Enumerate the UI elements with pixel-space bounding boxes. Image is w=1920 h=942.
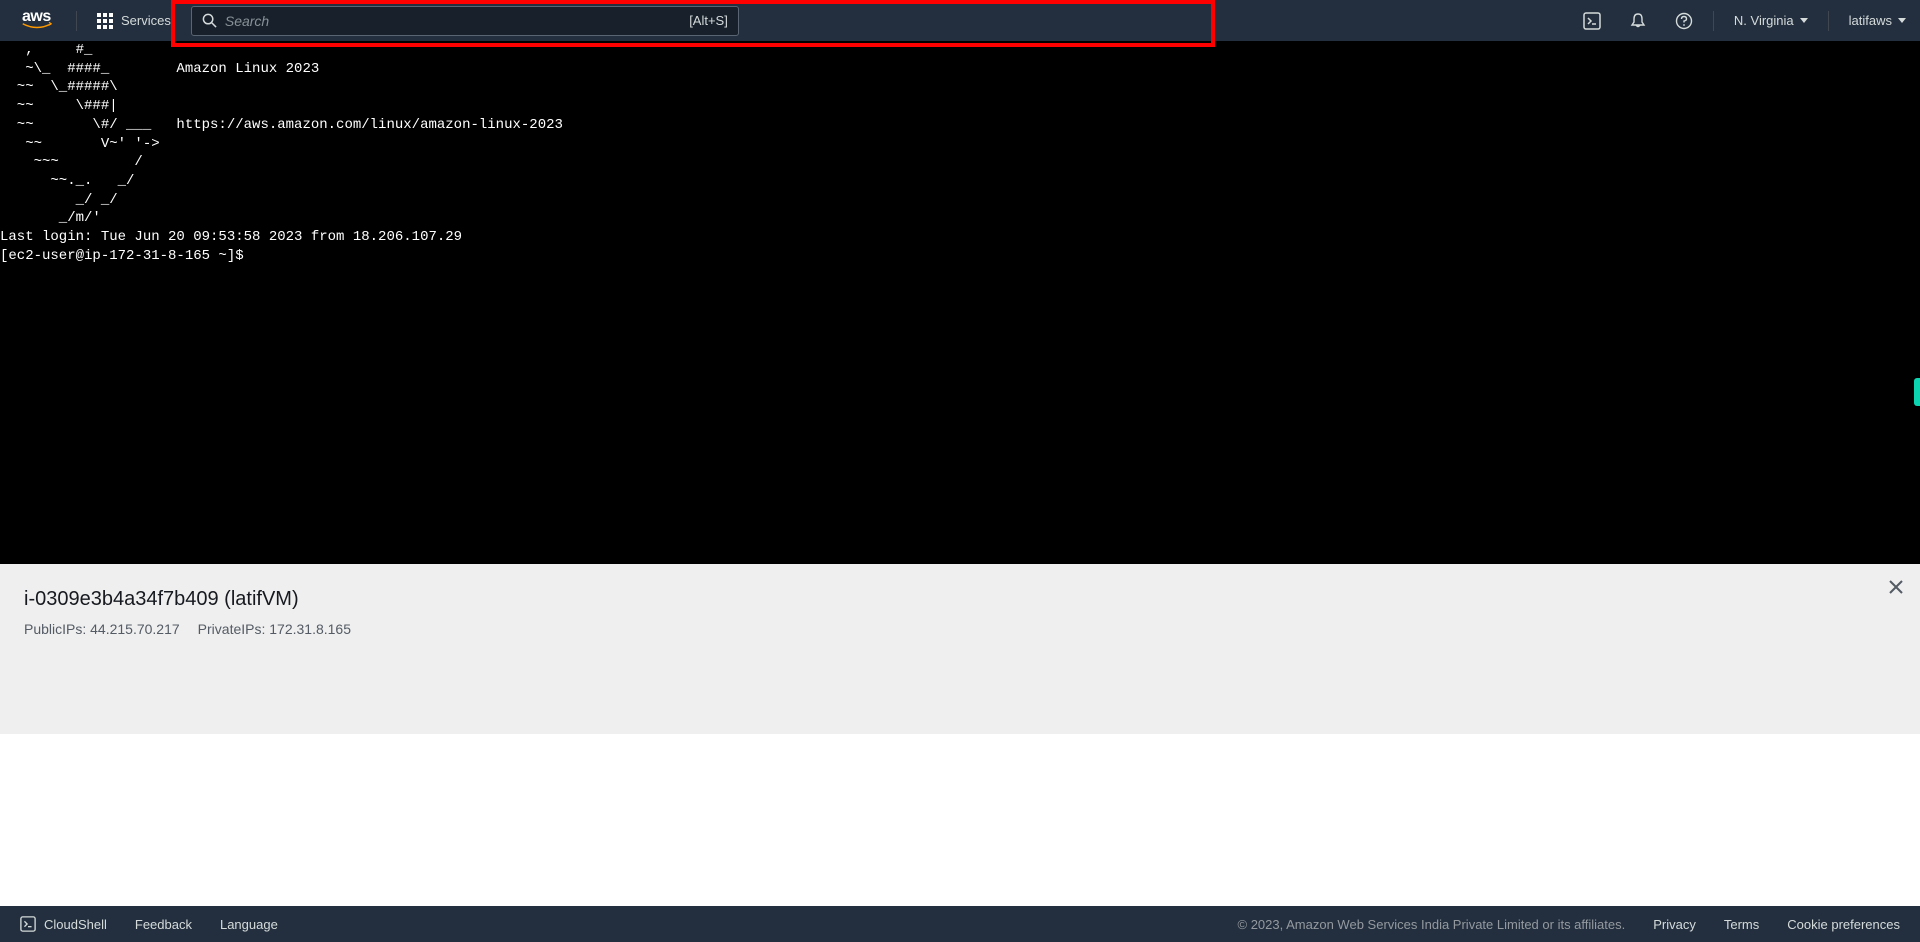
search-box[interactable]: [Alt+S] <box>191 6 739 36</box>
cookie-preferences-link[interactable]: Cookie preferences <box>1787 917 1900 932</box>
nav-separator <box>1828 11 1829 31</box>
search-wrap: [Alt+S] <box>191 6 739 36</box>
close-panel-button[interactable] <box>1888 578 1904 601</box>
cloudshell-nav-button[interactable] <box>1569 0 1615 41</box>
notifications-button[interactable] <box>1615 0 1661 41</box>
search-input[interactable] <box>225 13 689 29</box>
language-label: Language <box>220 917 278 932</box>
terminal-output[interactable]: , #_ ~\_ ####_ Amazon Linux 2023 ~~ \_##… <box>0 41 1920 564</box>
services-button[interactable]: Services <box>83 0 185 41</box>
terms-link[interactable]: Terms <box>1724 917 1759 932</box>
language-button[interactable]: Language <box>220 917 278 932</box>
services-label: Services <box>121 13 171 28</box>
privacy-link[interactable]: Privacy <box>1653 917 1696 932</box>
footer-right: © 2023, Amazon Web Services India Privat… <box>1238 917 1900 932</box>
nav-separator <box>1713 11 1714 31</box>
cloudshell-footer-button[interactable]: CloudShell <box>20 916 107 932</box>
region-selector[interactable]: N. Virginia <box>1720 0 1822 41</box>
public-ip-label: PublicIPs: 44.215.70.217 <box>24 621 180 637</box>
nav-right: N. Virginia latifaws <box>1569 0 1920 41</box>
chevron-down-icon <box>1898 18 1906 23</box>
instance-title: i-0309e3b4a34f7b409 (latifVM) <box>24 588 1896 611</box>
top-nav: aws Services [Alt+S] <box>0 0 1920 41</box>
aws-logo-swoosh-icon <box>22 22 52 30</box>
cloudshell-icon <box>1583 12 1601 30</box>
region-label: N. Virginia <box>1734 13 1794 28</box>
side-feedback-tab[interactable] <box>1914 378 1920 406</box>
close-icon <box>1888 579 1904 595</box>
help-icon <box>1675 12 1693 30</box>
copyright-text: © 2023, Amazon Web Services India Privat… <box>1238 917 1626 932</box>
instance-info-panel: i-0309e3b4a34f7b409 (latifVM) PublicIPs:… <box>0 564 1920 734</box>
services-grid-icon <box>97 13 113 29</box>
feedback-button[interactable]: Feedback <box>135 917 192 932</box>
cloudshell-footer-label: CloudShell <box>44 917 107 932</box>
private-ip-label: PrivateIPs: 172.31.8.165 <box>198 621 351 637</box>
search-icon <box>202 13 217 28</box>
footer: CloudShell Feedback Language © 2023, Ama… <box>0 906 1920 942</box>
feedback-label: Feedback <box>135 917 192 932</box>
chevron-down-icon <box>1800 18 1808 23</box>
instance-ips: PublicIPs: 44.215.70.217 PrivateIPs: 172… <box>24 621 1896 637</box>
aws-logo[interactable]: aws <box>0 8 70 34</box>
account-menu[interactable]: latifaws <box>1835 0 1920 41</box>
help-button[interactable] <box>1661 0 1707 41</box>
cloudshell-icon <box>20 916 36 932</box>
bell-icon <box>1629 12 1647 30</box>
account-label: latifaws <box>1849 13 1892 28</box>
nav-separator <box>76 11 77 31</box>
search-shortcut-label: [Alt+S] <box>689 13 728 28</box>
footer-left: CloudShell Feedback Language <box>20 916 278 932</box>
